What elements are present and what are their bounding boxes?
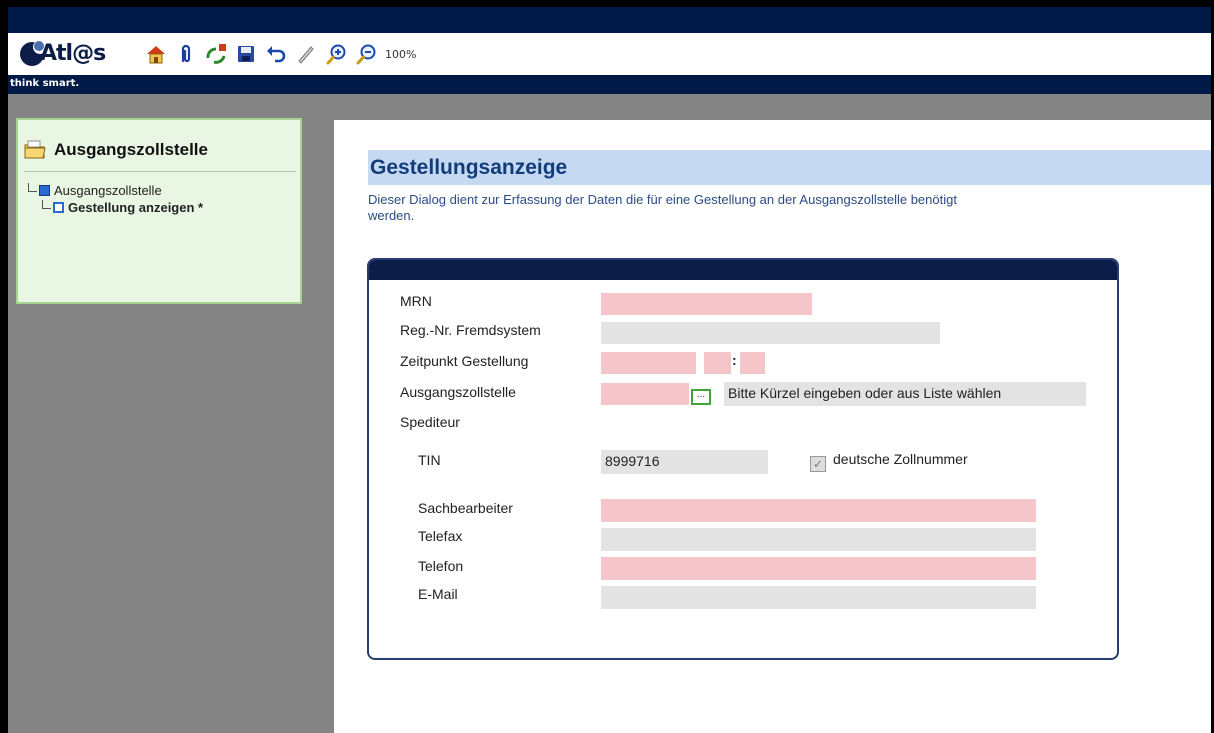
- tin-input[interactable]: 8999716: [601, 450, 768, 474]
- attach-icon[interactable]: [173, 41, 199, 67]
- undo-icon[interactable]: [263, 41, 289, 67]
- date-input[interactable]: [601, 352, 696, 374]
- tree-node-icon: [39, 185, 50, 196]
- spediteur-label: Spediteur: [400, 414, 460, 430]
- email-label: E-Mail: [418, 586, 458, 602]
- minute-input[interactable]: [740, 352, 765, 374]
- top-banner: [8, 7, 1211, 33]
- window-frame-left: [0, 0, 8, 733]
- telefon-label: Telefon: [418, 558, 464, 574]
- tree-connector: [28, 183, 37, 192]
- form-panel: MRN Reg.-Nr. Fremdsystem Zeitpunkt Geste…: [367, 258, 1119, 660]
- tree-item-gestellung-anzeigen[interactable]: Gestellung anzeigen *: [28, 199, 203, 216]
- toolbar: Atl@s 100%: [8, 33, 1211, 75]
- navigation-panel: Ausgangszollstelle Ausgangszollstelle Ge…: [16, 118, 302, 304]
- save-icon[interactable]: [233, 41, 259, 67]
- hour-input[interactable]: [704, 352, 731, 374]
- nav-tree: Ausgangszollstelle Gestellung anzeigen *: [28, 182, 203, 216]
- folder-icon: [24, 140, 46, 159]
- main-content: Gestellungsanzeige Dieser Dialog dient z…: [334, 120, 1211, 733]
- recycle-icon[interactable]: [203, 41, 229, 67]
- logo-text: Atl@s: [40, 41, 106, 66]
- regnr-label: Reg.-Nr. Fremdsystem: [400, 322, 541, 338]
- zoom-out-icon[interactable]: [353, 41, 379, 67]
- telefax-label: Telefax: [418, 528, 463, 544]
- page-description: Dieser Dialog dient zur Erfassung der Da…: [368, 192, 957, 223]
- sachbearbeiter-input[interactable]: [601, 499, 1036, 522]
- ausgangszollstelle-hint: Bitte Kürzel eingeben oder aus Liste wäh…: [724, 382, 1086, 406]
- tree-connector: [42, 200, 51, 209]
- sachbearbeiter-label: Sachbearbeiter: [418, 500, 513, 516]
- tree-item-label: Ausgangszollstelle: [54, 183, 162, 198]
- ausgangszollstelle-input[interactable]: [601, 383, 689, 405]
- deutsche-zollnummer-checkbox[interactable]: ✓: [810, 456, 826, 472]
- tagline: think smart.: [10, 78, 80, 89]
- app-logo: Atl@s: [18, 34, 128, 74]
- tree-item-label: Gestellung anzeigen *: [68, 200, 204, 215]
- telefax-input[interactable]: [601, 528, 1036, 551]
- mrn-label: MRN: [400, 293, 432, 309]
- regnr-input[interactable]: [601, 322, 940, 344]
- pencil-icon[interactable]: [293, 41, 319, 67]
- tree-item-ausgangszollstelle[interactable]: Ausgangszollstelle: [28, 182, 203, 199]
- mrn-input[interactable]: [601, 293, 812, 315]
- telefon-input[interactable]: [601, 557, 1036, 580]
- tree-node-active-icon: [53, 202, 64, 213]
- title-bar: Gestellungsanzeige: [368, 150, 1211, 185]
- lookup-button[interactable]: ...: [691, 389, 711, 405]
- home-icon[interactable]: [143, 41, 169, 67]
- toolbar-icons: 100%: [143, 39, 416, 69]
- form-panel-header: [369, 260, 1117, 280]
- time-separator: :: [732, 352, 737, 368]
- brand-bar: think smart.: [8, 75, 1211, 94]
- zoom-in-icon[interactable]: [323, 41, 349, 67]
- panel-divider: [24, 171, 296, 172]
- ausgangszollstelle-label: Ausgangszollstelle: [400, 384, 516, 400]
- panel-title: Ausgangszollstelle: [54, 140, 208, 159]
- email-input[interactable]: [601, 586, 1036, 609]
- panel-header: Ausgangszollstelle: [24, 140, 208, 160]
- page-title: Gestellungsanzeige: [370, 156, 568, 179]
- window-frame-top: [0, 0, 1214, 7]
- tin-label: TIN: [418, 452, 441, 468]
- deutsche-zollnummer-label: deutsche Zollnummer: [833, 451, 968, 467]
- zeitpunkt-label: Zeitpunkt Gestellung: [400, 353, 529, 369]
- zoom-level: 100%: [385, 47, 417, 61]
